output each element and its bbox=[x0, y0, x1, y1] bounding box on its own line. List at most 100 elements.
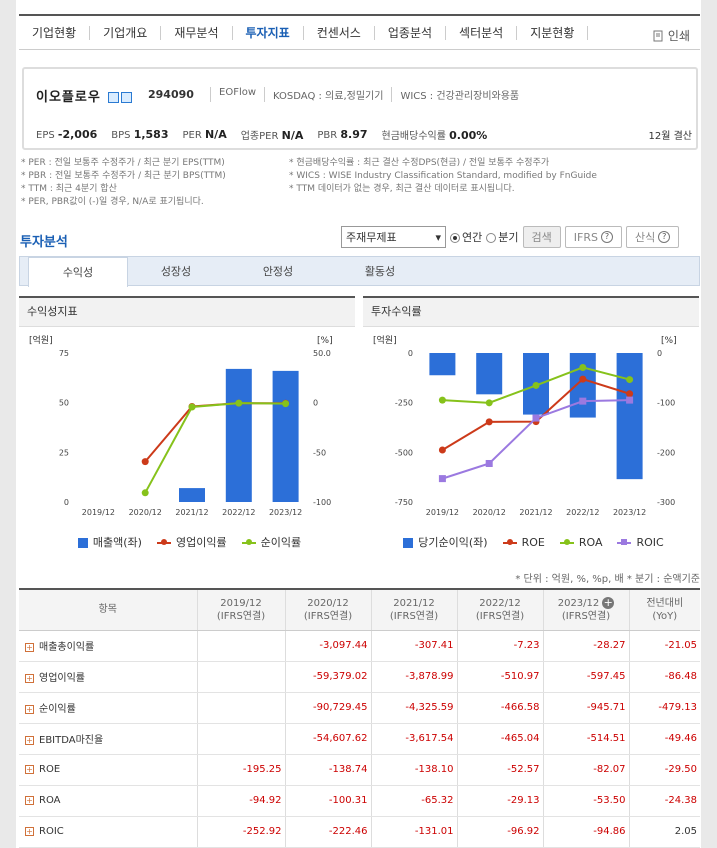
table-cell: -514.51 bbox=[542, 723, 629, 755]
nav-item[interactable]: 업종분석 bbox=[375, 25, 447, 40]
table-cell: -49.46 bbox=[628, 723, 700, 755]
legend-item[interactable]: ROA bbox=[555, 536, 602, 549]
chart-point bbox=[141, 458, 149, 466]
chart-point bbox=[626, 376, 634, 384]
nav-item[interactable]: 지분현황 bbox=[517, 25, 589, 40]
table-row[interactable]: + 매출총이익률 -3,097.44 -307.41 -7.23 -28.27 -21.05 bbox=[19, 630, 700, 662]
radio-icon-checked bbox=[450, 233, 460, 243]
legend-item[interactable]: 당기순이익(좌) bbox=[398, 536, 488, 549]
legend-item[interactable]: 매출액(좌) bbox=[73, 536, 142, 549]
expand-icon[interactable]: + bbox=[25, 704, 34, 714]
nav-item[interactable]: 컨센서스 bbox=[304, 25, 375, 40]
chart-point bbox=[438, 446, 446, 454]
row-label[interactable]: + 매출총이익률 bbox=[19, 630, 197, 662]
legend-item[interactable]: 순이익률 bbox=[237, 536, 301, 549]
x-tick-label: 2019/12 bbox=[82, 508, 115, 517]
radio-annual[interactable]: 연간 bbox=[450, 229, 482, 245]
chart-point bbox=[579, 363, 587, 371]
legend-swatch bbox=[77, 538, 88, 548]
table-row[interactable]: + 영업이익률 -59,379.02 -3,878.99 -510.97 -597.45-… bbox=[19, 661, 700, 693]
legend-item[interactable]: ROE bbox=[498, 536, 545, 549]
ifrs-button[interactable]: IFRS? bbox=[564, 226, 622, 248]
legend-label: ROIC bbox=[636, 536, 664, 549]
nav-item-active[interactable]: 투자지표 bbox=[233, 25, 304, 40]
ir-icon[interactable] bbox=[121, 92, 133, 103]
row-label[interactable]: + ROA bbox=[19, 785, 197, 817]
right-tick-label: 0 bbox=[657, 349, 662, 358]
legend-item[interactable]: ROIC bbox=[612, 536, 664, 549]
company-stats: EPS -2,006 BPS 1,583 PER N/A 업종PER N/A P… bbox=[36, 127, 692, 142]
search-button[interactable]: 검색 bbox=[522, 226, 561, 248]
chart-series-line bbox=[144, 402, 286, 494]
formula-button[interactable]: 산식? bbox=[625, 226, 680, 248]
expand-icon[interactable]: + bbox=[25, 826, 34, 836]
table-row[interactable]: + ROA -94.92 -100.31 -65.32 -29.13 -53.50 -24.3… bbox=[19, 785, 700, 817]
left-tick-label: -750 bbox=[395, 498, 413, 507]
right-tick-label: -100 bbox=[657, 399, 675, 408]
chart-point bbox=[485, 459, 493, 467]
chart-legend: 매출액(좌) 영업이익률 순이익률 bbox=[19, 534, 355, 550]
radio-icon bbox=[486, 233, 497, 243]
table-row[interactable]: + 순이익률 -90,729.45 -4,325.59 -466.58 -945.71 -4… bbox=[19, 692, 700, 724]
nav-item[interactable]: 기업현황 bbox=[19, 25, 91, 40]
table-cell: -131.01 bbox=[370, 816, 457, 848]
table-cell bbox=[196, 692, 285, 724]
statement-select[interactable]: 주재무제표 ▾ bbox=[341, 226, 446, 248]
expand-icon[interactable]: + bbox=[25, 735, 34, 745]
stat-dividend-yield: 현금배당수익률 0.00% bbox=[381, 129, 488, 142]
table-cell: -138.74 bbox=[284, 754, 371, 786]
expand-icon[interactable]: + bbox=[25, 673, 34, 683]
right-tick-label: -50 bbox=[313, 448, 326, 457]
radio-quarter[interactable]: 분기 bbox=[486, 229, 519, 245]
right-tick-label: 0 bbox=[313, 399, 318, 408]
table-cell: -465.04 bbox=[456, 723, 543, 755]
table-cell: -86.48 bbox=[628, 661, 700, 693]
tab-activity[interactable]: 활동성 bbox=[330, 257, 430, 286]
expand-icon[interactable]: + bbox=[25, 764, 34, 774]
stat-eps: EPS -2,006 bbox=[36, 128, 98, 141]
table-row[interactable]: + ROE -195.25 -138.74 -138.10 -52.57 -82.07 -29… bbox=[19, 754, 700, 786]
chart-svg: [억원] [%] 75 50 25 0 50.0 0 -50 -100 2019/12 2020/12… bbox=[29, 334, 333, 517]
note-line: * 현금배당수익률 : 최근 결산 수정DPS(현금) / 전일 보통주 수정주… bbox=[289, 158, 550, 168]
chart-bar bbox=[179, 488, 205, 502]
table-cell: -24.38 bbox=[628, 785, 700, 817]
table-row[interactable]: + EBITDA마진율 -54,607.62 -3,617.54 -465.04 -514… bbox=[19, 723, 700, 755]
expand-icon[interactable]: + bbox=[25, 795, 34, 805]
row-label[interactable]: + EBITDA마진율 bbox=[19, 723, 197, 755]
table-cell bbox=[196, 630, 285, 662]
table-cell: -21.05 bbox=[628, 630, 700, 662]
row-label[interactable]: + ROE bbox=[19, 754, 197, 786]
section-title: 투자분석 bbox=[20, 235, 68, 250]
table-cell: -252.92 bbox=[196, 816, 285, 848]
add-column-icon[interactable]: + bbox=[602, 596, 615, 609]
table-row[interactable]: + ROIC -252.92 -222.46 -131.01 -96.92 -94.86 2.… bbox=[19, 816, 700, 848]
stat-per: PER N/A bbox=[182, 128, 227, 141]
chart-point bbox=[141, 489, 149, 497]
row-label[interactable]: + 영업이익률 bbox=[19, 661, 197, 693]
right-axis-unit: [%] bbox=[317, 336, 333, 346]
legend-label: 매출액(좌) bbox=[92, 536, 142, 549]
table-cell: -307.41 bbox=[370, 630, 457, 662]
home-icon[interactable] bbox=[108, 92, 120, 103]
x-tick-label: 2019/12 bbox=[426, 508, 459, 517]
tab-growth[interactable]: 성장성 bbox=[126, 257, 226, 286]
header-col-yoy: 전년대비 (YoY) bbox=[628, 589, 700, 631]
nav-item[interactable]: 재무분석 bbox=[161, 25, 233, 40]
chart-point bbox=[438, 396, 446, 404]
nav-item[interactable]: 섹터분석 bbox=[446, 25, 518, 40]
profitability-chart: 수익성지표 [억원] [%] 75 50 25 0 50.0 0 -50 -100 2019/12 2… bbox=[19, 296, 355, 554]
nav-item[interactable]: 기업개요 bbox=[90, 25, 162, 40]
legend-label: 당기순이익(좌) bbox=[418, 536, 488, 549]
tab-profitability[interactable]: 수익성 bbox=[28, 257, 128, 287]
left-tick-label: 0 bbox=[64, 498, 69, 507]
table-cell: -29.50 bbox=[628, 754, 700, 786]
table-header-row: 항목 2019/12 (IFRS연결) 2020/12 (IFRS연결) 2021/… bbox=[19, 589, 700, 631]
print-button[interactable]: 인쇄 bbox=[652, 27, 690, 44]
help-icon: ? bbox=[600, 231, 613, 243]
row-label[interactable]: + 순이익률 bbox=[19, 692, 197, 724]
row-label[interactable]: + ROIC bbox=[19, 816, 197, 848]
expand-icon[interactable]: + bbox=[25, 642, 34, 652]
legend-item[interactable]: 영업이익률 bbox=[152, 536, 227, 549]
legend-swatch bbox=[156, 539, 171, 545]
tab-stability[interactable]: 안정성 bbox=[228, 257, 328, 286]
